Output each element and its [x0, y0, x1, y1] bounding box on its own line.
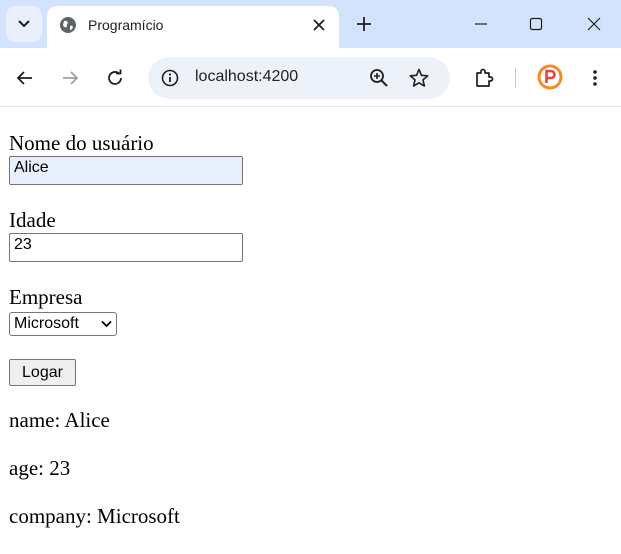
- window-close-button[interactable]: [583, 13, 605, 35]
- active-tab[interactable]: Programício: [47, 6, 339, 48]
- address-bar[interactable]: localhost:4200: [148, 57, 450, 99]
- reload-icon: [108, 69, 122, 85]
- company-selected-value: Microsoft: [14, 315, 79, 332]
- maximize-icon: [529, 17, 543, 31]
- toolbar-divider: [515, 68, 516, 88]
- name-label: Nome do usuário: [9, 131, 154, 155]
- globe-icon: [60, 17, 76, 33]
- zoom-icon: [370, 69, 388, 87]
- age-input[interactable]: 23: [9, 233, 243, 262]
- star-icon: [409, 68, 429, 87]
- chevron-down-icon: [101, 320, 112, 328]
- extensions-icon: [476, 68, 494, 87]
- close-icon: [587, 17, 601, 31]
- url-text: localhost:4200: [195, 68, 299, 85]
- browser-toolbar: localhost:4200: [0, 48, 621, 107]
- reload-button[interactable]: [103, 66, 127, 90]
- output-age: age: 23: [9, 456, 71, 480]
- site-info-button[interactable]: [160, 68, 180, 88]
- page-content: Nome do usuário Alice Idade 23 Empresa M…: [0, 108, 621, 554]
- company-label: Empresa: [9, 285, 83, 309]
- company-select[interactable]: Microsoft: [9, 312, 117, 336]
- minimize-icon: [475, 23, 487, 25]
- tab-search-button[interactable]: [6, 6, 42, 42]
- bookmark-button[interactable]: [408, 67, 430, 89]
- back-arrow-icon: [16, 71, 32, 85]
- maximize-button[interactable]: [525, 13, 547, 35]
- close-icon: [313, 19, 325, 31]
- tab-close-button[interactable]: [309, 15, 329, 35]
- new-tab-button[interactable]: [353, 13, 375, 35]
- forward-arrow-icon: [63, 71, 79, 85]
- browser-menu-button[interactable]: [585, 66, 605, 90]
- site-info-icon: [161, 69, 179, 87]
- profile-icon[interactable]: [537, 64, 563, 90]
- tab-title: Programício: [88, 17, 164, 33]
- output-name: name: Alice: [9, 408, 110, 432]
- tab-strip: Programício: [0, 0, 621, 48]
- back-button[interactable]: [13, 66, 37, 90]
- age-label: Idade: [9, 208, 56, 232]
- kebab-menu-icon: [593, 70, 597, 86]
- zoom-button[interactable]: [368, 67, 390, 89]
- minimize-button[interactable]: [470, 13, 492, 35]
- name-input[interactable]: Alice: [9, 156, 243, 185]
- login-button[interactable]: Logar: [9, 359, 76, 386]
- plus-icon: [357, 17, 371, 31]
- forward-button[interactable]: [58, 66, 82, 90]
- extensions-button[interactable]: [471, 65, 497, 91]
- output-company: company: Microsoft: [9, 504, 180, 528]
- tab-search-icon: [18, 20, 30, 28]
